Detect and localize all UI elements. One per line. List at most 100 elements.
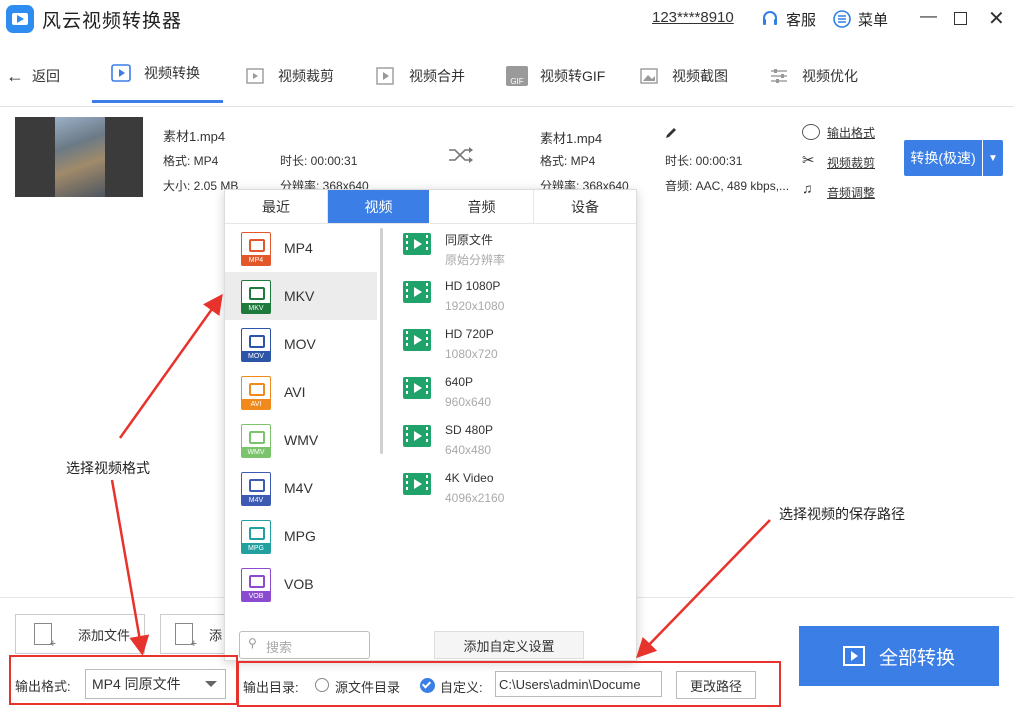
add-file-button[interactable]: 添加文件 bbox=[15, 614, 145, 654]
tab-video-gif[interactable]: GIF 视频转GIF bbox=[506, 46, 605, 106]
arrow-to-output-path bbox=[636, 519, 771, 659]
tab-video-optimize[interactable]: 视频优化 bbox=[768, 46, 858, 106]
resolution-name: HD 720P bbox=[445, 327, 494, 341]
tab-label: 视频裁剪 bbox=[278, 68, 334, 84]
resolution-size: 4096x2160 bbox=[445, 491, 505, 505]
add-custom-setting-button[interactable]: 添加自定义设置 bbox=[434, 631, 584, 659]
resolution-name: 640P bbox=[445, 375, 474, 389]
gif-badge: GIF bbox=[510, 77, 524, 86]
add-file-label: 添加文件 bbox=[78, 627, 131, 643]
resolution-item[interactable]: 640P 960x640 bbox=[403, 375, 633, 423]
back-label: 返回 bbox=[32, 68, 60, 84]
output-format-link[interactable]: 输出格式 bbox=[827, 124, 875, 141]
format-popup: 最近 视频 音频 设备 MP4 MP4 MKV MKV MOV MOV AVI AVI WMV W… bbox=[224, 189, 637, 661]
tab-device[interactable]: 设备 bbox=[534, 190, 636, 224]
resolution-item[interactable]: HD 1080P 1920x1080 bbox=[403, 279, 633, 327]
format-name: MOV bbox=[284, 336, 316, 352]
format-search-input[interactable]: ⚲ 搜索 bbox=[239, 631, 370, 659]
format-item-m4v[interactable]: M4V M4V bbox=[225, 464, 377, 512]
format-name: AVI bbox=[284, 384, 306, 400]
convert-all-button[interactable]: 全部转换 bbox=[799, 626, 999, 686]
play-icon bbox=[842, 646, 865, 666]
app-title: 风云视频转换器 bbox=[42, 11, 183, 32]
format-item-mp4[interactable]: MP4 MP4 bbox=[225, 224, 377, 272]
resolution-item[interactable]: 4K Video 4096x2160 bbox=[403, 471, 633, 519]
arrow-to-mkv bbox=[118, 293, 223, 439]
resolution-size: 960x640 bbox=[445, 395, 492, 409]
scissors-icon: ✂ bbox=[802, 152, 815, 169]
service-button[interactable]: 客服 bbox=[786, 9, 816, 30]
src-format: 格式: MP4 bbox=[163, 154, 219, 168]
format-item-vob[interactable]: VOB VOB bbox=[225, 560, 377, 608]
convert-fast-button[interactable]: 转换(极速) bbox=[904, 140, 982, 176]
gif-icon: GIF bbox=[506, 66, 528, 86]
dst-format: 格式: MP4 bbox=[540, 154, 596, 168]
tab-video-screenshot[interactable]: 视频截图 bbox=[638, 46, 728, 106]
format-item-wmv[interactable]: WMV WMV bbox=[225, 416, 377, 464]
shuffle-icon bbox=[449, 147, 473, 163]
convert-dropdown-chevron-icon[interactable]: ▼ bbox=[983, 140, 1003, 176]
close-icon[interactable]: ✕ bbox=[988, 6, 1005, 31]
annotation-box-path bbox=[237, 661, 781, 707]
format-item-avi[interactable]: AVI AVI bbox=[225, 368, 377, 416]
video-file-icon: M4V bbox=[241, 472, 271, 506]
account-link[interactable]: 123****8910 bbox=[652, 9, 734, 26]
film-icon bbox=[403, 329, 431, 351]
back-button[interactable]: ← 返回 bbox=[6, 46, 60, 106]
video-file-icon: MP4 bbox=[241, 232, 271, 266]
headset-icon[interactable] bbox=[761, 10, 779, 28]
resolution-name: 同原文件 bbox=[445, 233, 494, 247]
resolution-item[interactable]: 同原文件 原始分辨率 bbox=[403, 231, 633, 279]
crop-link[interactable]: 视频裁剪 bbox=[827, 154, 875, 171]
format-name: MPG bbox=[284, 528, 316, 544]
format-name: M4V bbox=[284, 480, 313, 496]
resolution-item[interactable]: HD 720P 1080x720 bbox=[403, 327, 633, 375]
film-icon bbox=[403, 233, 431, 255]
format-name: MP4 bbox=[284, 240, 313, 256]
maximize-icon[interactable] bbox=[954, 12, 967, 25]
menu-icon[interactable] bbox=[833, 10, 851, 28]
format-name: MKV bbox=[284, 288, 315, 304]
tab-label: 视频截图 bbox=[672, 68, 728, 84]
screenshot-icon bbox=[640, 68, 658, 84]
edit-pencil-icon[interactable] bbox=[664, 126, 678, 140]
tab-video[interactable]: 视频 bbox=[328, 190, 429, 224]
format-badge: MKV bbox=[242, 303, 270, 313]
nav-bar: ← 返回 视频转换 视频裁剪 视频合并 GIF 视频转GIF 视频截图 视频优化 bbox=[0, 46, 1014, 107]
convert-all-label: 全部转换 bbox=[878, 647, 955, 669]
format-badge: VOB bbox=[242, 591, 270, 601]
tab-video-merge[interactable]: 视频合并 bbox=[375, 46, 465, 106]
resolution-size: 1080x720 bbox=[445, 347, 498, 361]
resolution-item[interactable]: SD 480P 640x480 bbox=[403, 423, 633, 471]
tab-label: 视频转换 bbox=[144, 65, 200, 81]
format-badge: MOV bbox=[242, 351, 270, 361]
tab-video-crop[interactable]: 视频裁剪 bbox=[244, 46, 334, 106]
video-file-icon: WMV bbox=[241, 424, 271, 458]
video-file-icon: MKV bbox=[241, 280, 271, 314]
film-icon bbox=[403, 425, 431, 447]
film-icon bbox=[403, 473, 431, 495]
search-icon: ⚲ bbox=[248, 636, 257, 650]
format-item-mov[interactable]: MOV MOV bbox=[225, 320, 377, 368]
app-logo-icon bbox=[6, 5, 34, 33]
format-badge: AVI bbox=[242, 399, 270, 409]
music-icon: ♫ bbox=[802, 180, 813, 196]
format-item-mpg[interactable]: MPG MPG bbox=[225, 512, 377, 560]
output-format-icon bbox=[802, 124, 820, 140]
minimize-icon[interactable]: — bbox=[920, 6, 937, 26]
audio-adjust-link[interactable]: 音频调整 bbox=[827, 184, 875, 201]
format-name: VOB bbox=[284, 576, 314, 592]
format-item-mkv[interactable]: MKV MKV bbox=[225, 272, 377, 320]
tab-label: 视频合并 bbox=[409, 68, 465, 84]
format-scrollbar[interactable] bbox=[380, 228, 383, 454]
menu-button[interactable]: 菜单 bbox=[858, 9, 888, 30]
add-folder-icon bbox=[175, 623, 197, 650]
resolution-name: SD 480P bbox=[445, 423, 494, 437]
format-badge: M4V bbox=[242, 495, 270, 505]
tab-recent[interactable]: 最近 bbox=[225, 190, 328, 224]
video-thumbnail[interactable] bbox=[15, 117, 143, 197]
format-badge: WMV bbox=[242, 447, 270, 457]
tab-audio[interactable]: 音频 bbox=[430, 190, 534, 224]
resolution-name: 4K Video bbox=[445, 471, 494, 485]
tab-video-convert[interactable]: 视频转换 bbox=[92, 46, 223, 103]
